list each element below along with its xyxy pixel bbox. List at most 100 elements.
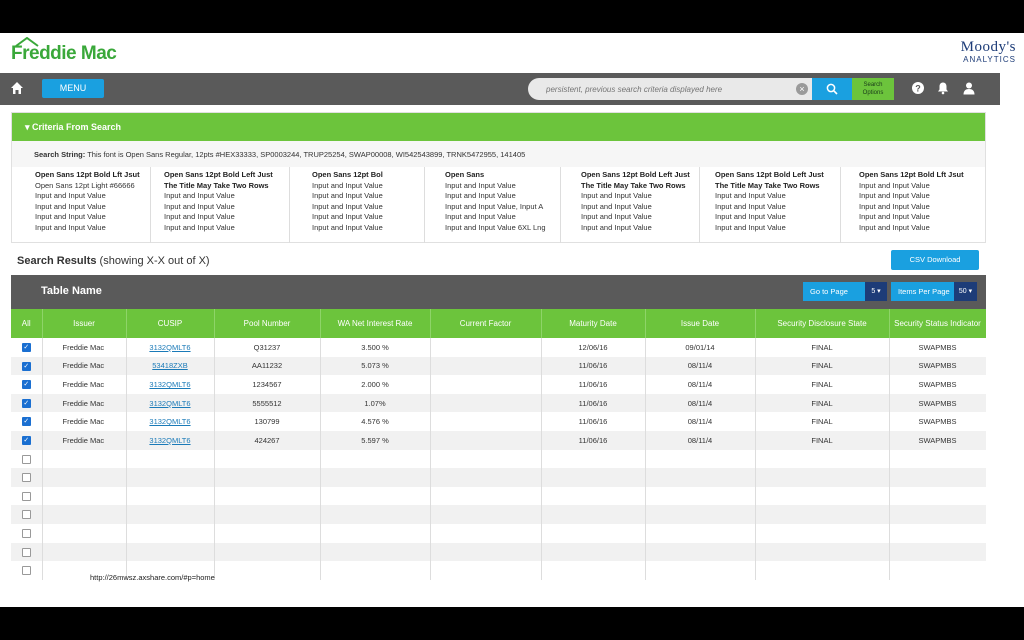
close-icon[interactable]: × xyxy=(796,83,808,95)
row-checkbox[interactable] xyxy=(21,473,31,483)
cusip-link[interactable]: 53418ZXB xyxy=(126,356,215,376)
current-factor-cell xyxy=(430,505,542,524)
security-disclosure-state-cell: FINAL xyxy=(755,412,890,431)
criteria-heading: The Title May Take Two Rows xyxy=(715,180,820,190)
row-checkbox-checked[interactable]: ✓ xyxy=(21,398,31,408)
table-row[interactable]: ✓ Freddie Mac 3132QMLT6 424267 5.597 % 11/06/… xyxy=(11,430,986,450)
pool-number-cell xyxy=(214,449,321,469)
row-checkbox[interactable] xyxy=(21,510,31,520)
cusip-link xyxy=(126,468,215,487)
table-row[interactable]: ✓ Freddie Mac 3132QMLT6 130799 4.576 % 11/06/… xyxy=(11,412,986,431)
pool-number-cell: 424267 xyxy=(214,430,321,450)
criteria-line: Input and Input Value xyxy=(312,212,383,221)
page: Freddie Mac Moody's ANALYTICS MENU × Sea… xyxy=(0,33,1024,607)
search-options-button[interactable]: Search Options xyxy=(852,78,894,100)
security-disclosure-state-cell xyxy=(755,468,890,487)
column-header-current-factor[interactable]: Current Factor xyxy=(430,309,542,338)
criteria-line: Input and Input Value xyxy=(35,201,106,211)
pool-number-cell: 130799 xyxy=(214,412,321,431)
issuer-cell: Freddie Mac xyxy=(42,338,127,357)
svg-text:?: ? xyxy=(915,84,921,94)
search-button[interactable] xyxy=(812,78,852,100)
row-checkbox-checked[interactable]: ✓ xyxy=(21,343,31,353)
cusip-link xyxy=(126,505,215,524)
table-row[interactable] xyxy=(11,505,986,524)
column-header-issue-date[interactable]: Issue Date xyxy=(645,309,756,338)
table-row[interactable] xyxy=(11,468,986,487)
maturity-date-cell: 11/06/16 xyxy=(541,430,646,450)
table-row[interactable]: ✓ Freddie Mac 3132QMLT6 1234567 2.000 % 11/06… xyxy=(11,375,986,394)
cusip-link[interactable]: 3132QMLT6 xyxy=(126,393,215,413)
criteria-header[interactable]: ▾ Criteria From Search xyxy=(12,113,985,141)
row-checkbox[interactable] xyxy=(21,528,31,538)
table-row[interactable]: ✓ Freddie Mac 53418ZXB AA11232 5.073 % 11/06/… xyxy=(11,356,986,376)
column-header-issuer[interactable]: Issuer xyxy=(42,309,127,338)
security-status-indicator-cell xyxy=(889,505,986,524)
criteria-heading: Open Sans 12pt Bold Lft Jsut xyxy=(35,170,140,179)
column-header-wa-net-interest-rate[interactable]: WA Net Interest Rate xyxy=(320,309,431,338)
column-header-cusip[interactable]: CUSIP xyxy=(126,309,215,338)
column-header-all[interactable]: All xyxy=(11,309,43,338)
row-checkbox[interactable] xyxy=(21,566,31,576)
items-per-page-select[interactable]: 50 ▾ xyxy=(954,282,977,301)
cusip-link[interactable]: 3132QMLT6 xyxy=(126,338,215,357)
home-icon[interactable] xyxy=(10,81,24,95)
menu-button[interactable]: MENU xyxy=(42,79,104,98)
csv-download-button[interactable]: CSV Download xyxy=(891,250,979,270)
row-checkbox-cell: ✓ xyxy=(11,375,43,394)
criteria-line: Input and Input Value xyxy=(312,191,383,200)
wa-net-interest-rate-cell xyxy=(320,468,431,487)
row-checkbox[interactable] xyxy=(21,491,31,501)
maturity-date-cell: 11/06/16 xyxy=(541,393,646,413)
issuer-cell: Freddie Mac xyxy=(42,356,127,376)
row-checkbox-checked[interactable]: ✓ xyxy=(21,436,31,446)
criteria-line: Input and Input Value xyxy=(715,201,786,211)
help-icon[interactable]: ? xyxy=(911,81,925,95)
row-checkbox[interactable] xyxy=(21,547,31,557)
cusip-link[interactable]: 3132QMLT6 xyxy=(126,430,215,450)
criteria-line: Input and Input Value xyxy=(859,201,930,211)
row-checkbox-checked[interactable]: ✓ xyxy=(21,417,31,427)
wa-net-interest-rate-cell xyxy=(320,561,431,580)
row-checkbox-checked[interactable]: ✓ xyxy=(21,361,31,371)
criteria-column: Open Sans Input and Input Value Input an… xyxy=(425,167,561,243)
column-header-maturity-date[interactable]: Maturity Date xyxy=(541,309,646,338)
table-row[interactable]: ✓ Freddie Mac 3132QMLT6 5555512 1.07% 11/06/1… xyxy=(11,393,986,413)
issue-date-cell: 08/11/4 xyxy=(645,412,756,431)
security-status-indicator-cell: SWAPMBS xyxy=(889,338,986,357)
maturity-date-cell: 11/06/16 xyxy=(541,412,646,431)
bell-icon[interactable] xyxy=(936,81,950,95)
criteria-line: Input and Input Value xyxy=(35,212,106,221)
security-disclosure-state-cell: FINAL xyxy=(755,338,890,357)
table-row[interactable] xyxy=(11,449,986,469)
security-disclosure-state-cell xyxy=(755,523,890,543)
criteria-column: Open Sans 12pt Bold Lft Jsut Open Sans 1… xyxy=(12,167,151,243)
go-to-page-button[interactable]: Go to Page xyxy=(803,282,865,301)
table-row[interactable] xyxy=(11,542,986,562)
items-per-page-button[interactable]: Items Per Page xyxy=(891,282,954,301)
go-to-page-select[interactable]: 5 ▾ xyxy=(865,282,887,301)
table-row[interactable]: ✓ Freddie Mac 3132QMLT6 Q31237 3.500 % 12/06/… xyxy=(11,338,986,357)
table-row[interactable] xyxy=(11,486,986,506)
current-factor-cell xyxy=(430,523,542,543)
criteria-column: Open Sans 12pt Bold Left Just The Title … xyxy=(700,167,841,243)
row-checkbox-cell xyxy=(11,561,43,580)
table-row[interactable] xyxy=(11,523,986,543)
cusip-link[interactable]: 3132QMLT6 xyxy=(126,412,215,431)
user-icon[interactable] xyxy=(962,81,976,95)
current-factor-cell xyxy=(430,449,542,469)
security-status-indicator-cell: SWAPMBS xyxy=(889,375,986,394)
criteria-line: Input and Input Value xyxy=(35,222,106,232)
cusip-link[interactable]: 3132QMLT6 xyxy=(126,375,215,394)
column-header-pool-number[interactable]: Pool Number xyxy=(214,309,321,338)
column-header-security-status-indicator[interactable]: Security Status Indicator xyxy=(889,309,986,338)
criteria-heading: Open Sans 12pt Bold Left Just xyxy=(164,170,273,179)
criteria-heading: The Title May Take Two Rows xyxy=(164,180,269,190)
issuer-cell: Freddie Mac xyxy=(42,430,127,450)
freddie-mac-logo[interactable]: Freddie Mac xyxy=(11,37,117,65)
row-checkbox[interactable] xyxy=(21,454,31,464)
row-checkbox-checked[interactable]: ✓ xyxy=(21,380,31,390)
search-input[interactable] xyxy=(546,82,786,96)
issuer-cell: Freddie Mac xyxy=(42,375,127,394)
column-header-security-disclosure-state[interactable]: Security Disclosure State xyxy=(755,309,890,338)
